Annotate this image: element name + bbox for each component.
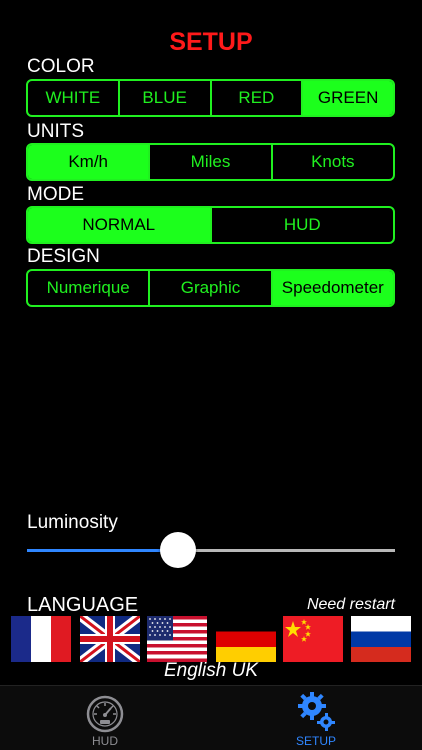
language-label: LANGUAGE [27,594,139,616]
tab-bar: HUD SETUP [0,685,422,750]
color-option-white[interactable]: WHITE [28,81,120,115]
current-language: English UK [164,660,258,681]
russia-flag[interactable] [351,616,411,662]
slider-track [178,549,395,552]
color-option-red[interactable]: RED [212,81,304,115]
page-title: SETUP [169,28,253,56]
design-option-numerique[interactable]: Numerique [28,271,151,305]
units-option-knots[interactable]: Knots [273,145,393,179]
luminosity-label: Luminosity [27,512,118,533]
color-option-blue[interactable]: BLUE [120,81,212,115]
germany-flag[interactable] [216,616,276,662]
mode-label: MODE [27,184,84,205]
units-option-miles[interactable]: Miles [150,145,273,179]
language-flags [11,616,411,662]
luminosity-slider[interactable] [27,532,395,568]
color-segmented-control: WHITE BLUE RED GREEN [26,79,395,117]
units-option-kmh[interactable]: Km/h [28,145,151,179]
tab-hud[interactable]: HUD [25,686,185,750]
units-segmented-control: Km/h Miles Knots [26,143,395,181]
tab-setup-label: SETUP [295,734,336,748]
speedometer-icon [85,694,125,734]
mode-option-normal[interactable]: NORMAL [28,208,212,242]
slider-thumb[interactable] [160,532,196,568]
mode-option-hud[interactable]: HUD [212,208,394,242]
usa-flag[interactable] [147,616,207,662]
tab-setup[interactable]: SETUP [236,686,396,750]
color-label: COLOR [27,56,95,77]
slider-fill [27,549,178,552]
tab-hud-label: HUD [92,734,118,748]
color-option-green[interactable]: GREEN [303,81,393,115]
design-segmented-control: Numerique Graphic Speedometer [26,269,395,307]
uk-flag[interactable] [80,616,140,662]
mode-segmented-control: NORMAL HUD [26,206,395,244]
gears-icon [296,690,336,734]
china-flag[interactable] [283,616,343,662]
units-label: UNITS [27,121,84,142]
restart-note: Need restart [306,596,395,613]
design-option-graphic[interactable]: Graphic [150,271,273,305]
design-option-speedometer[interactable]: Speedometer [272,271,393,305]
france-flag[interactable] [11,616,71,662]
design-label: DESIGN [27,246,100,267]
